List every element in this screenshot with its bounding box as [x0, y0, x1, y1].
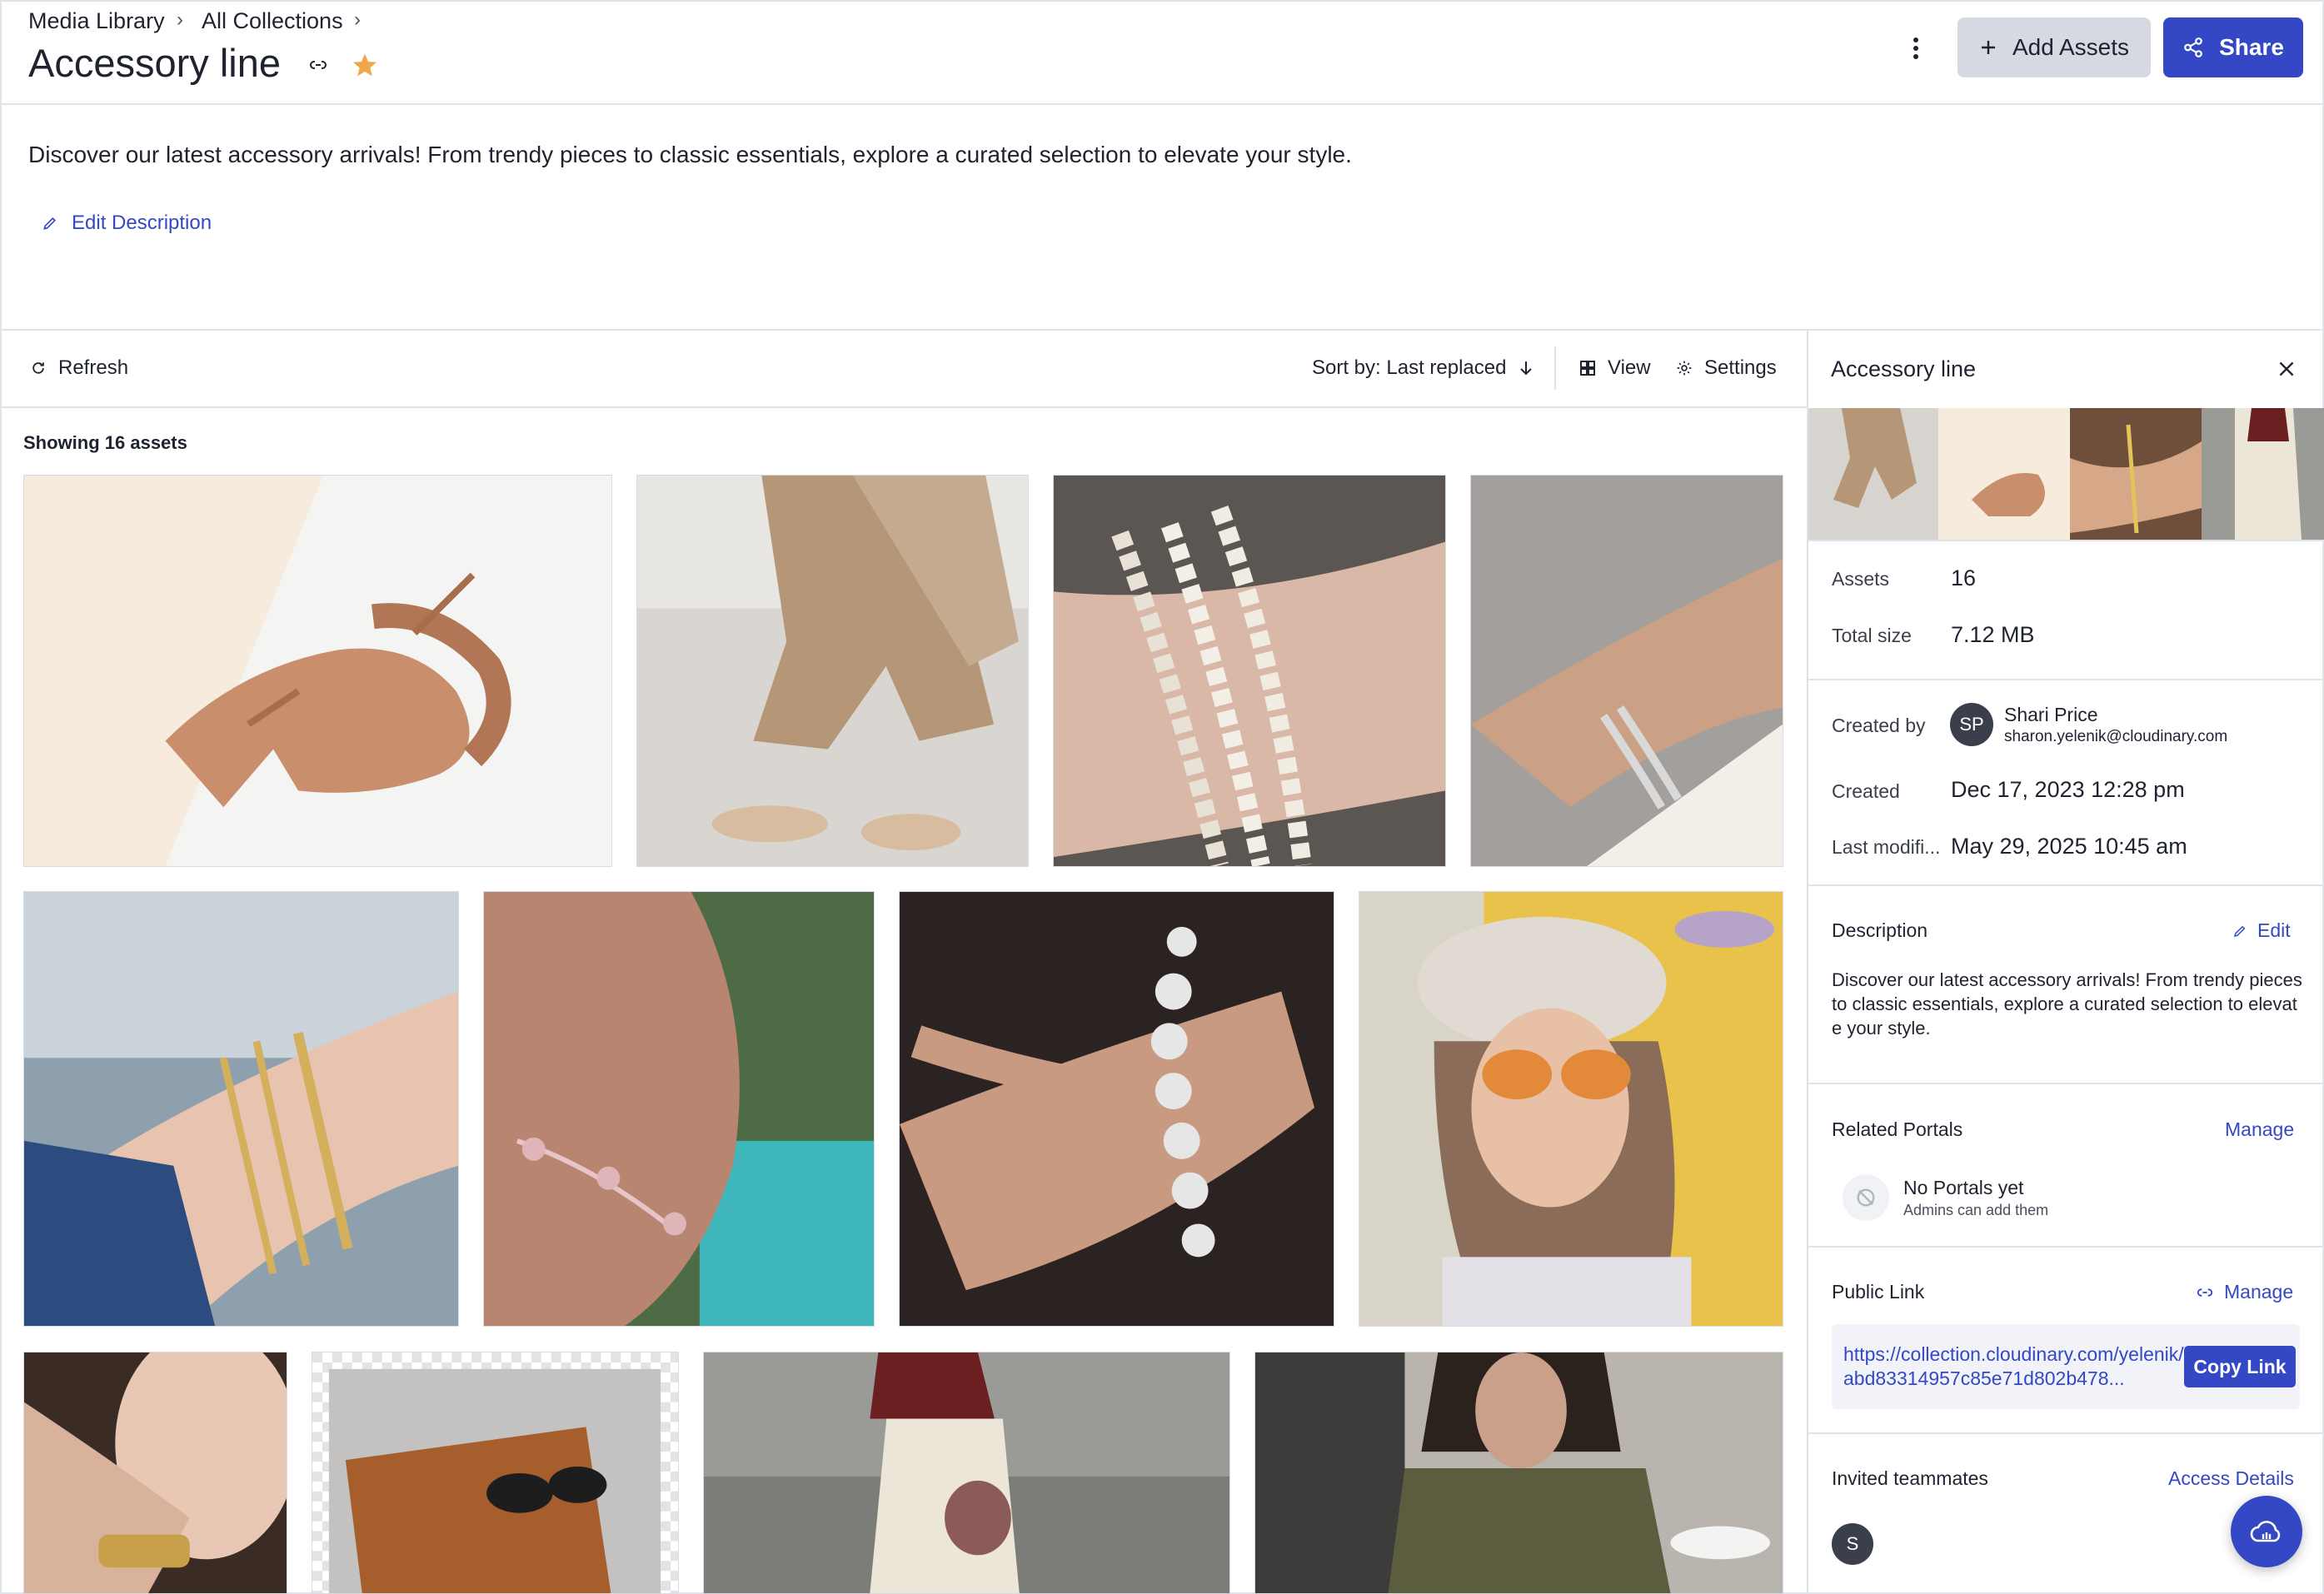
- manage-public-link[interactable]: Manage: [2196, 1281, 2293, 1303]
- manage-public-link-label: Manage: [2224, 1281, 2294, 1303]
- panel-description-text: Discover our latest accessory arrivals! …: [1832, 969, 2302, 1039]
- asset-tile-gold-cuff[interactable]: [23, 1352, 287, 1594]
- created-by-label: Created by: [1832, 715, 1926, 736]
- breadcrumb-separator: ›: [354, 8, 361, 31]
- settings-label: Settings: [1704, 356, 1777, 379]
- asset-tile-sunglasses-woman[interactable]: [1359, 891, 1783, 1327]
- total-size-label: Total size: [1832, 625, 1912, 646]
- page-title: Accessory line: [28, 41, 281, 85]
- header-divider: [0, 103, 2324, 105]
- refresh-button[interactable]: Refresh: [30, 356, 128, 380]
- settings-button[interactable]: Settings: [1676, 356, 1777, 380]
- asset-tile-clover-bracelet[interactable]: [483, 891, 875, 1327]
- share-button[interactable]: Share: [2163, 17, 2303, 77]
- asset-tile-saddle-bag[interactable]: [703, 1352, 1230, 1594]
- arrow-down-icon: [1518, 359, 1534, 377]
- sort-button[interactable]: Sort by: Last replaced: [1312, 356, 1534, 380]
- link-icon[interactable]: [307, 53, 330, 77]
- help-chat-button[interactable]: [2231, 1496, 2302, 1567]
- total-size-value: 7.12 MB: [1951, 622, 2035, 647]
- collection-description: Discover our latest accessory arrivals! …: [28, 142, 1352, 167]
- more-options-icon[interactable]: [1908, 33, 1924, 63]
- access-details-link[interactable]: Access Details: [2168, 1467, 2294, 1490]
- breadcrumb-all-collections[interactable]: All Collections: [202, 8, 343, 34]
- sort-label: Sort by: Last replaced: [1312, 356, 1507, 379]
- panel-divider: [1808, 1083, 2324, 1084]
- asset-tile-olive-shirt[interactable]: [1254, 1352, 1783, 1594]
- preview-thumb-street: [2202, 408, 2324, 540]
- edit-description-button[interactable]: Edit Description: [42, 212, 212, 235]
- panel-divider: [1808, 1432, 2324, 1434]
- asset-tile-tennis-bracelets[interactable]: [1470, 475, 1783, 867]
- share-icon: [2182, 37, 2204, 58]
- last-modified-value: May 29, 2025 10:45 am: [1951, 834, 2187, 859]
- asset-tile-clutch[interactable]: [312, 1352, 679, 1594]
- toolbar-separator: [1554, 346, 1556, 390]
- add-assets-button[interactable]: Add Assets: [1957, 17, 2151, 77]
- assets-value: 16: [1951, 565, 1977, 590]
- preview-thumb-bracelets: [2070, 408, 2202, 540]
- created-label: Created: [1832, 780, 1900, 802]
- related-portals-heading: Related Portals: [1832, 1118, 1963, 1140]
- panel-divider: [1808, 679, 2324, 680]
- no-portals-icon: [1843, 1174, 1889, 1221]
- access-details-label: Access Details: [2168, 1467, 2294, 1489]
- breadcrumb-separator: ›: [177, 8, 183, 31]
- creator-email: sharon.yelenik@cloudinary.com: [2004, 728, 2228, 745]
- link-icon: [2196, 1283, 2214, 1302]
- description-heading: Description: [1832, 919, 1928, 941]
- pencil-icon: [2232, 924, 2247, 939]
- copy-link-button[interactable]: Copy Link: [2184, 1346, 2296, 1387]
- panel-divider: [1808, 540, 2324, 541]
- plus-icon: [1979, 38, 1997, 57]
- public-link-heading: Public Link: [1832, 1281, 1925, 1303]
- grid-view-icon: [1579, 360, 1596, 376]
- panel-divider: [1808, 884, 2324, 886]
- pencil-icon: [42, 215, 58, 232]
- asset-tile-cluster-bracelet[interactable]: [899, 891, 1334, 1327]
- edit-label: Edit: [2257, 919, 2291, 941]
- created-value: Dec 17, 2023 12:28 pm: [1951, 777, 2185, 802]
- add-assets-label: Add Assets: [2012, 34, 2130, 60]
- close-icon[interactable]: [2274, 356, 2299, 381]
- toolbar-bottom-divider: [0, 406, 1808, 408]
- panel-title: Accessory line: [1831, 356, 1977, 381]
- panel-divider: [1808, 1246, 2324, 1248]
- no-portals-subtext: Admins can add them: [1903, 1202, 2049, 1218]
- manage-portals-label: Manage: [2225, 1118, 2295, 1140]
- public-link-url[interactable]: https://collection.cloudinary.com/yeleni…: [1843, 1342, 2185, 1391]
- asset-tile-diamond-bracelets[interactable]: [1053, 475, 1446, 867]
- asset-count: Showing 16 assets: [23, 432, 187, 453]
- manage-portals-link[interactable]: Manage: [2225, 1118, 2294, 1141]
- asset-tile-pumps[interactable]: [23, 475, 612, 867]
- last-modified-label: Last modifi...: [1832, 836, 1941, 858]
- creator-name: Shari Price: [2004, 704, 2098, 725]
- asset-tile-beige-outfit[interactable]: [636, 475, 1029, 867]
- avatar: SP: [1950, 703, 1993, 746]
- edit-description-panel-button[interactable]: Edit: [2232, 919, 2291, 942]
- refresh-label: Refresh: [58, 356, 129, 379]
- star-icon[interactable]: [350, 50, 380, 80]
- edit-description-label: Edit Description: [72, 212, 212, 234]
- no-portals-text: No Portals yet: [1903, 1177, 2024, 1198]
- breadcrumb-media-library[interactable]: Media Library: [28, 8, 165, 34]
- share-label: Share: [2219, 34, 2284, 60]
- gear-icon: [1676, 360, 1693, 376]
- assets-label: Assets: [1832, 568, 1890, 590]
- view-label: View: [1608, 356, 1651, 379]
- refresh-icon: [30, 360, 47, 376]
- cloud-icon: [2250, 1519, 2283, 1544]
- preview-thumb-pumps: [1938, 408, 2070, 540]
- invited-teammates-heading: Invited teammates: [1832, 1467, 1988, 1489]
- preview-thumb-outfit: [1808, 408, 1938, 540]
- asset-tile-gold-bracelets[interactable]: [23, 891, 459, 1327]
- teammate-avatar[interactable]: S: [1832, 1523, 1873, 1565]
- view-button[interactable]: View: [1579, 356, 1651, 380]
